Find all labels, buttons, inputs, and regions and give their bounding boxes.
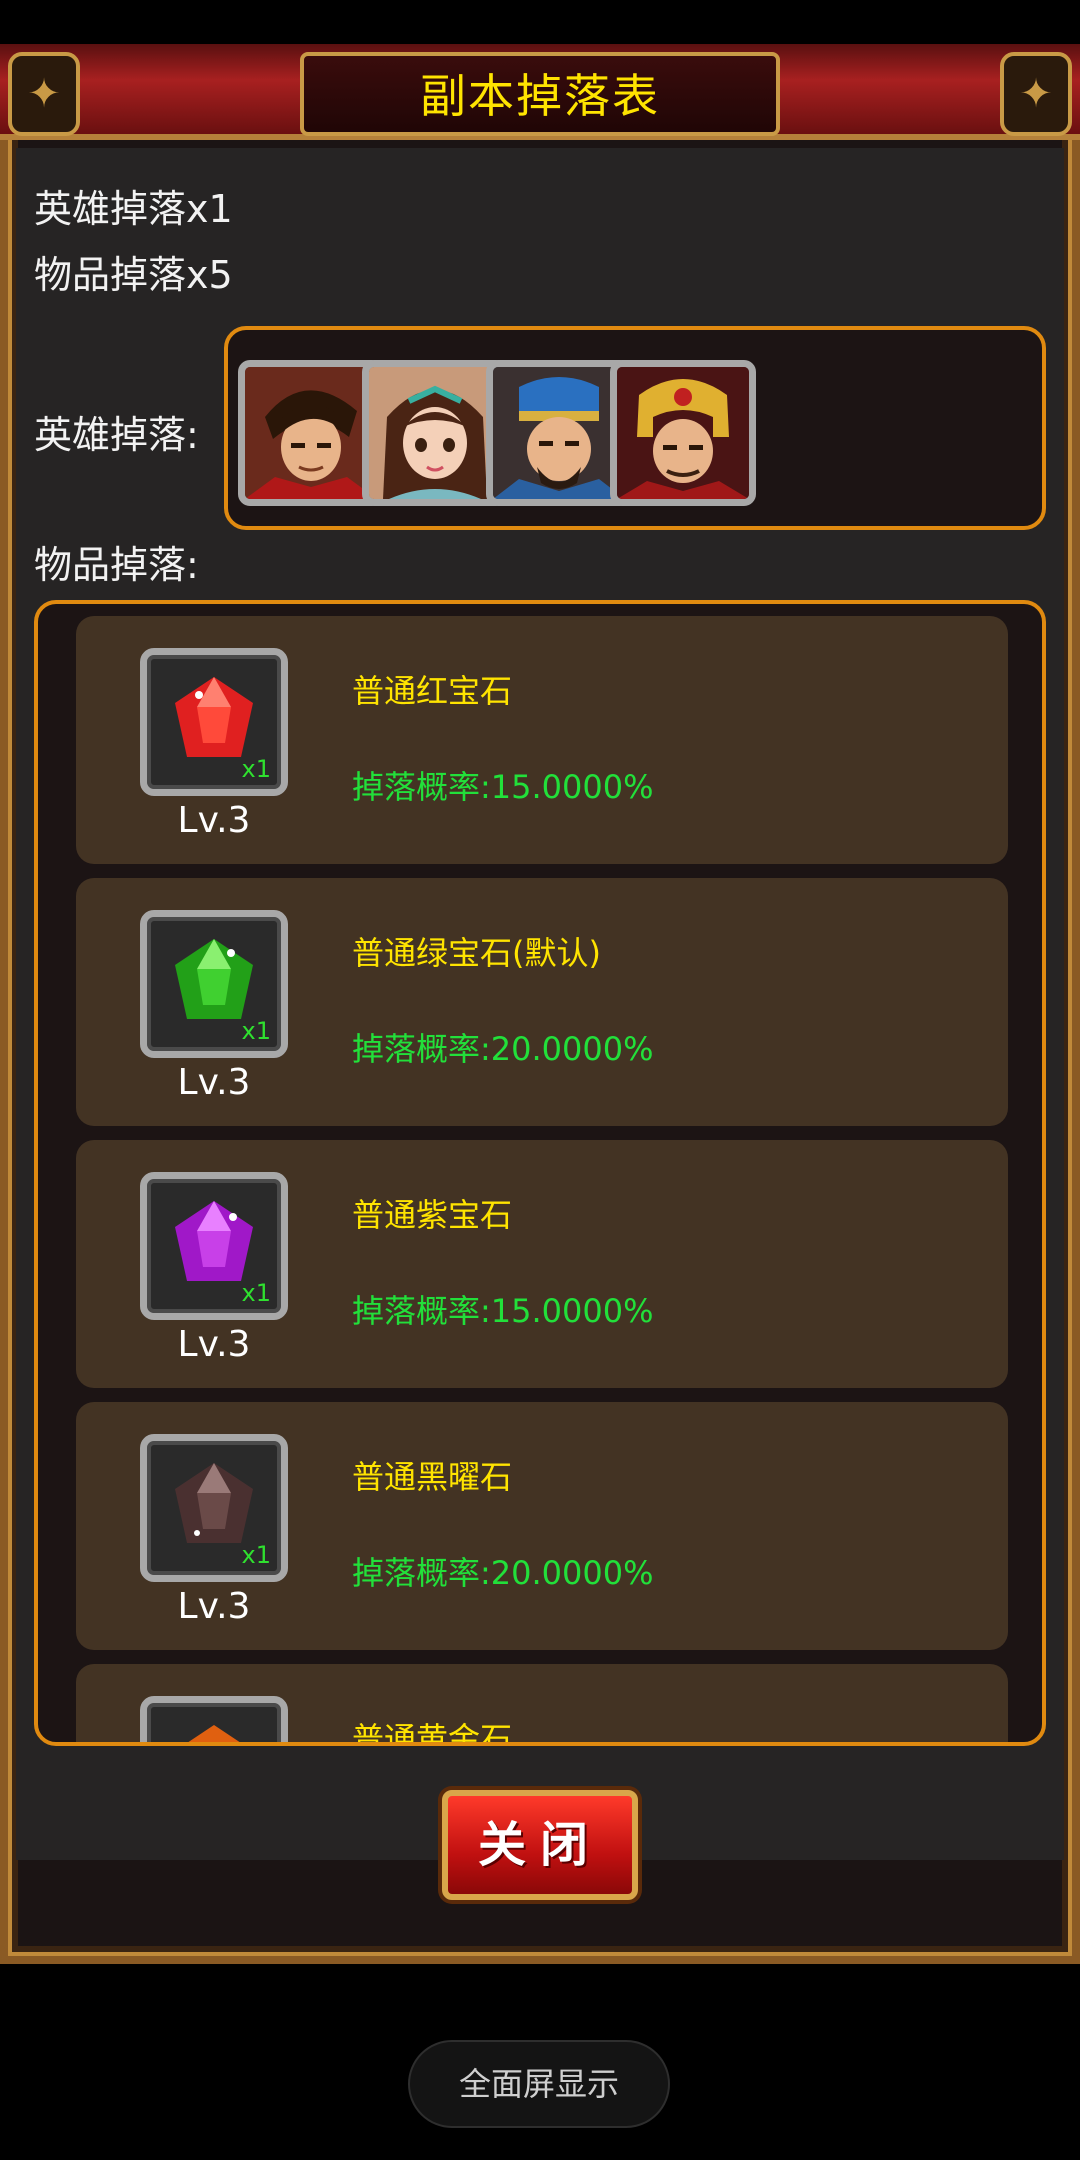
item-drop-rate: 掉落概率:15.0000% xyxy=(352,1292,654,1330)
list-item[interactable]: x1 Lv.3 普通紫宝石 掉落概率:15.0000% xyxy=(76,1140,1008,1388)
obsidian-gem-icon[interactable]: x1 xyxy=(140,1434,288,1582)
close-button[interactable]: 关闭 xyxy=(442,1790,638,1900)
dialog-title: 副本掉落表 xyxy=(420,69,660,123)
item-name: 普通紫宝石 xyxy=(352,1196,513,1234)
list-item[interactable]: x1 Lv.3 普通黑曜石 掉落概率:20.0000% xyxy=(76,1402,1008,1650)
item-level: Lv.3 xyxy=(177,1324,251,1365)
item-name: 普通红宝石 xyxy=(352,672,513,710)
item-drop-rate: 掉落概率:20.0000% xyxy=(352,1554,654,1592)
list-item[interactable]: x1 Lv.3 普通红宝石 掉落概率:15.0000% xyxy=(76,616,1008,864)
item-level: Lv.3 xyxy=(177,800,251,841)
hero-portrait-gold-helmet-icon[interactable] xyxy=(610,360,756,506)
item-quantity: x1 xyxy=(241,755,271,783)
hero-drop-list xyxy=(224,326,1046,530)
hero-drop-label: 英雄掉落: xyxy=(34,413,199,457)
item-level: Lv.3 xyxy=(177,1062,251,1103)
fullscreen-display-button[interactable]: 全面屏显示 xyxy=(408,2040,670,2128)
item-drop-label: 物品掉落: xyxy=(34,543,199,587)
list-item[interactable]: x1 Lv.3 普通绿宝石(默认) 掉落概率:20.0000% xyxy=(76,878,1008,1126)
item-name: 普通黄金石 xyxy=(352,1720,513,1746)
item-name: 普通绿宝石(默认) xyxy=(352,934,601,972)
item-drop-rate: 掉落概率:15.0000% xyxy=(352,768,654,806)
hero-drop-summary: 英雄掉落x1 xyxy=(34,187,233,231)
item-quantity: x1 xyxy=(241,1017,271,1045)
item-drop-summary: 物品掉落x5 xyxy=(34,253,233,297)
purple-gem-icon[interactable]: x1 xyxy=(140,1172,288,1320)
gold-gem-icon[interactable] xyxy=(140,1696,288,1742)
list-item[interactable]: 普通黄金石 xyxy=(76,1664,1008,1746)
corner-ornament-left: ✦ xyxy=(8,52,80,136)
item-drop-list[interactable]: x1 Lv.3 普通红宝石 掉落概率:15.0000% x1 Lv.3 普通绿宝… xyxy=(34,600,1046,1746)
green-gem-icon[interactable]: x1 xyxy=(140,910,288,1058)
item-name: 普通黑曜石 xyxy=(352,1458,513,1496)
red-gem-icon[interactable]: x1 xyxy=(140,648,288,796)
item-drop-rate: 掉落概率:20.0000% xyxy=(352,1030,654,1068)
corner-ornament-right: ✦ xyxy=(1000,52,1072,136)
item-quantity: x1 xyxy=(241,1541,271,1569)
item-level: Lv.3 xyxy=(177,1586,251,1627)
item-quantity: x1 xyxy=(241,1279,271,1307)
